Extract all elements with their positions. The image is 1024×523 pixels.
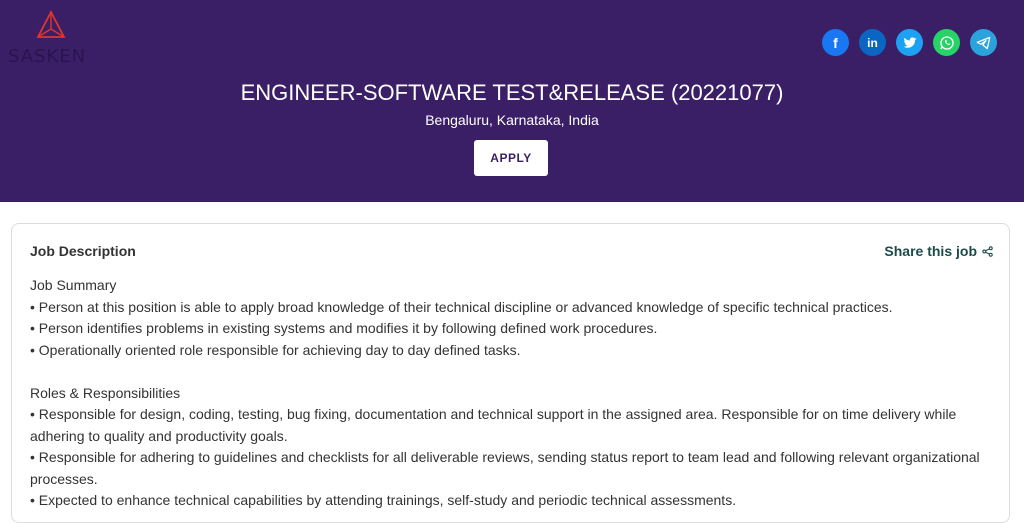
- job-title: ENGINEER-SOFTWARE TEST&RELEASE (20221077…: [240, 80, 784, 105]
- list-item: • Expected to enhance technical capabili…: [30, 492, 737, 508]
- share-label: Share this job: [884, 243, 977, 259]
- twitter-bird-icon: [903, 36, 916, 48]
- roles-heading: Roles & Responsibilities: [30, 384, 181, 401]
- list-item: • Responsible for adhering to guidelines…: [30, 449, 980, 487]
- job-header: SASKEN f in ENGINEER-SOFTWARE TEST&RELEA…: [0, 0, 1024, 202]
- logo-text: SASKEN: [8, 46, 87, 67]
- list-item: • Operationally oriented role responsibl…: [30, 341, 521, 358]
- share-icon: [982, 245, 993, 257]
- job-description-card: Job Description Share this job Job Summa…: [11, 223, 1010, 523]
- list-item: • Responsible for design, coding, testin…: [30, 406, 957, 444]
- job-description-heading: Job Description: [30, 243, 136, 259]
- list-item: • Person identifies problems in existing…: [30, 320, 658, 336]
- list-item: • Person at this position is able to app…: [30, 298, 893, 315]
- telegram-icon[interactable]: [970, 29, 997, 56]
- social-share-bar: f in: [822, 29, 997, 56]
- whatsapp-icon[interactable]: [933, 29, 960, 56]
- twitter-icon[interactable]: [896, 29, 923, 56]
- whatsapp-phone-icon: [939, 35, 954, 50]
- sasken-logo[interactable]: SASKEN: [8, 10, 98, 67]
- facebook-icon[interactable]: f: [822, 29, 849, 56]
- apply-button[interactable]: APPLY: [474, 140, 548, 176]
- logo-triangle-icon: [36, 10, 66, 38]
- telegram-plane-icon: [976, 36, 991, 49]
- linkedin-icon[interactable]: in: [859, 29, 886, 56]
- job-location: Bengaluru, Karnataka, India: [425, 112, 599, 128]
- share-this-job-link[interactable]: Share this job: [884, 243, 993, 259]
- job-description-body: Job Summary • Person at this position is…: [30, 275, 995, 512]
- summary-heading: Job Summary: [30, 277, 117, 293]
